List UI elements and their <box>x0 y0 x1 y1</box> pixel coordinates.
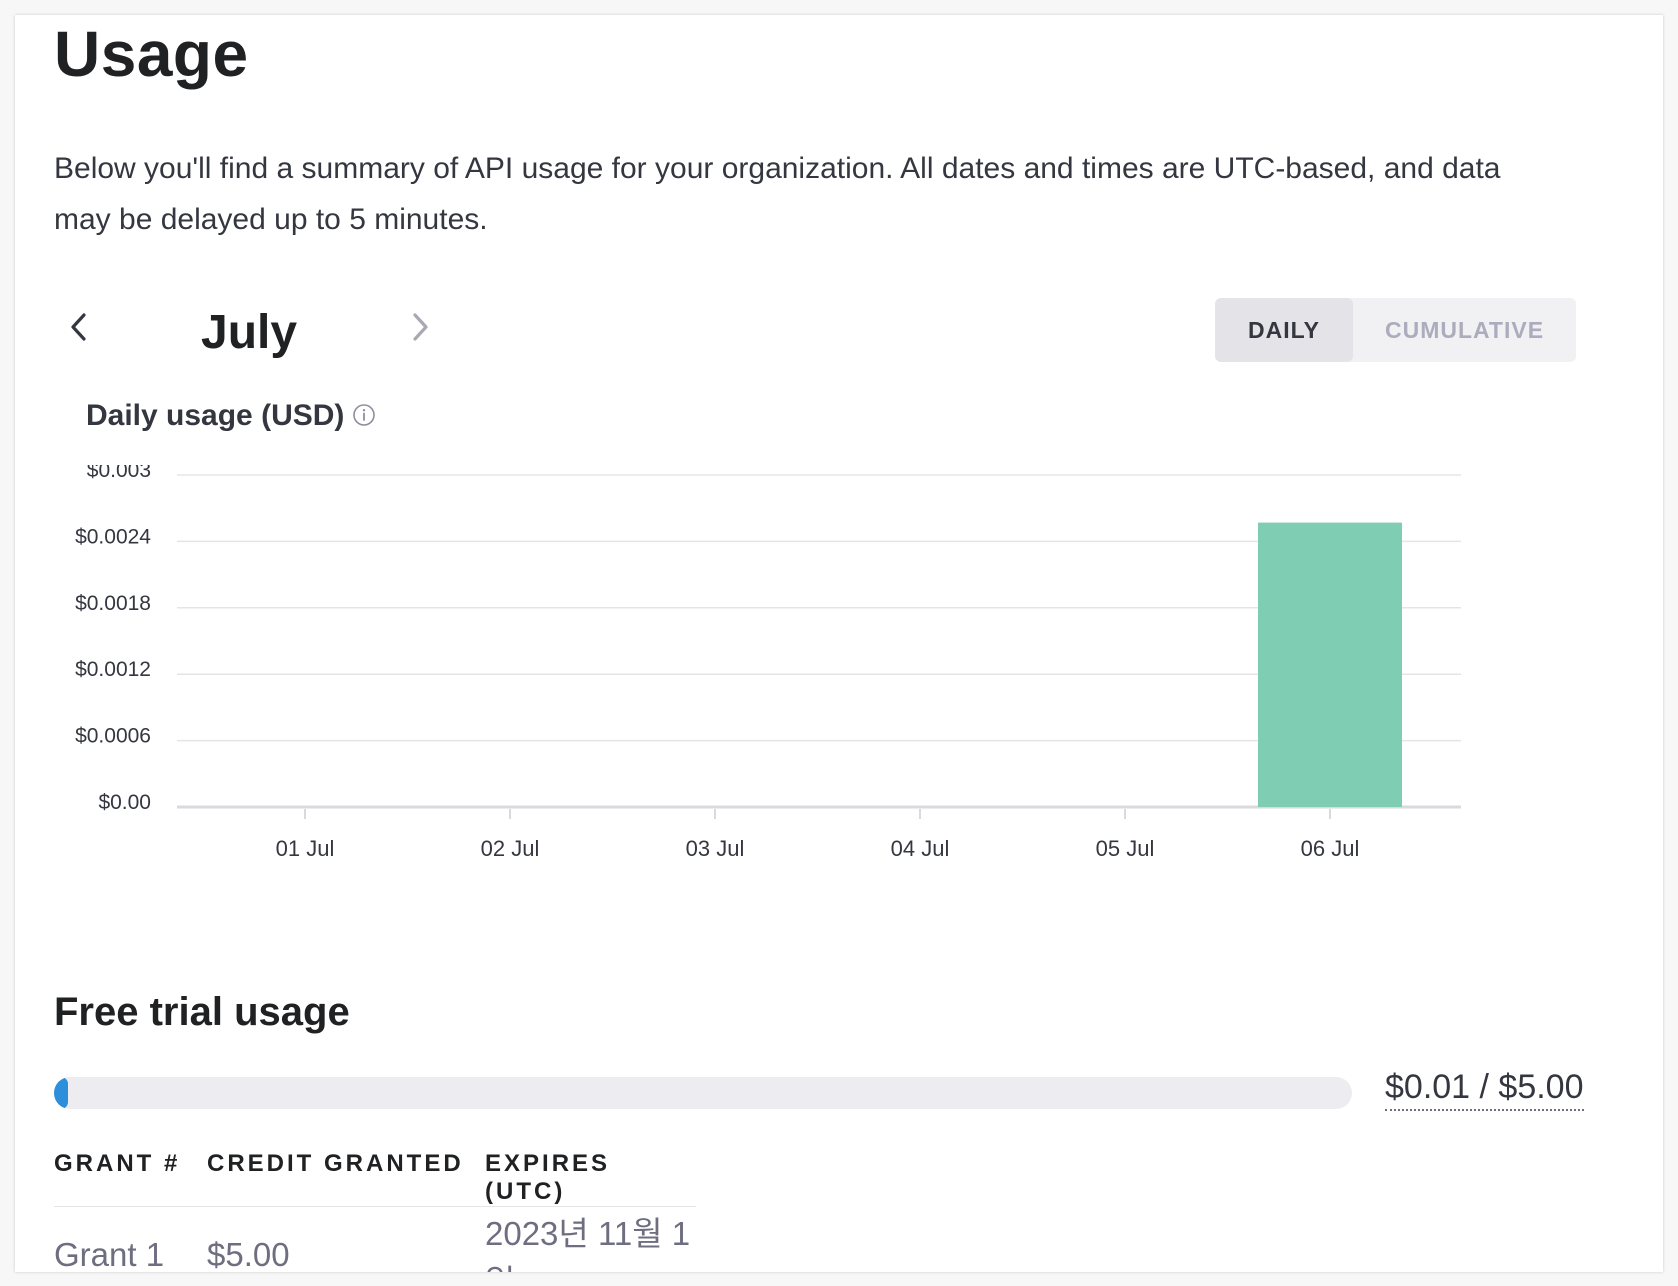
credit-granted-cell: $5.00 <box>207 1236 290 1272</box>
chevron-right-icon <box>413 313 428 341</box>
free-trial-usage-amount[interactable]: $0.01 / $5.00 <box>1385 1068 1584 1111</box>
view-toggle: DAILY CUMULATIVE <box>1215 298 1576 362</box>
expires-cell: 2023년 11월 1일 <box>485 1215 691 1272</box>
daily-usage-chart: $0.00 $0.0006 $0.0012 $0.0018 $0.0024 $0.003 0… <box>75 465 1461 861</box>
month-label: July <box>201 306 298 359</box>
credit-granted-header: CREDIT GRANTED <box>207 1150 485 1207</box>
x-tick-label: 03 Jul <box>686 836 745 861</box>
y-tick-label: $0.0006 <box>75 725 151 748</box>
chevron-left-icon <box>71 313 86 341</box>
y-tick-label: $0.00 <box>98 791 151 814</box>
cumulative-toggle-button[interactable]: CUMULATIVE <box>1353 298 1576 362</box>
x-tick-label: 02 Jul <box>481 836 540 861</box>
y-tick-label: $0.003 <box>87 465 151 482</box>
x-tick-label: 01 Jul <box>276 836 335 861</box>
usage-page: Usage Below you'll find a summary of API… <box>15 15 1663 1272</box>
grant-table: GRANT # CREDIT GRANTED EXPIRES (UTC) Gra… <box>54 1150 696 1272</box>
y-tick-label: $0.0012 <box>75 658 151 681</box>
expires-header: EXPIRES (UTC) <box>485 1150 696 1207</box>
x-tick-label: 04 Jul <box>891 836 950 861</box>
info-icon[interactable] <box>352 403 376 427</box>
free-trial-progress-bar <box>54 1077 1352 1109</box>
page-description: Below you'll find a summary of API usage… <box>54 152 1501 236</box>
table-row: Grant 1 $5.00 2023년 11월 1일 <box>54 1207 696 1272</box>
grant-number-cell: Grant 1 <box>54 1236 165 1272</box>
previous-month-button[interactable] <box>59 305 99 349</box>
y-tick-label: $0.0018 <box>75 592 151 615</box>
usage-bar <box>1258 522 1402 807</box>
grant-table-header: GRANT # CREDIT GRANTED EXPIRES (UTC) <box>54 1150 696 1207</box>
free-trial-progress-fill <box>54 1077 68 1109</box>
page-title: Usage <box>54 18 249 90</box>
x-tick-label: 06 Jul <box>1301 836 1360 861</box>
next-month-button[interactable] <box>400 305 440 349</box>
grant-number-header: GRANT # <box>54 1150 207 1207</box>
chart-title: Daily usage (USD) <box>86 399 345 432</box>
x-tick-label: 05 Jul <box>1096 836 1155 861</box>
free-trial-title: Free trial usage <box>54 990 350 1034</box>
y-tick-label: $0.0024 <box>75 525 151 548</box>
daily-toggle-button[interactable]: DAILY <box>1215 298 1353 362</box>
